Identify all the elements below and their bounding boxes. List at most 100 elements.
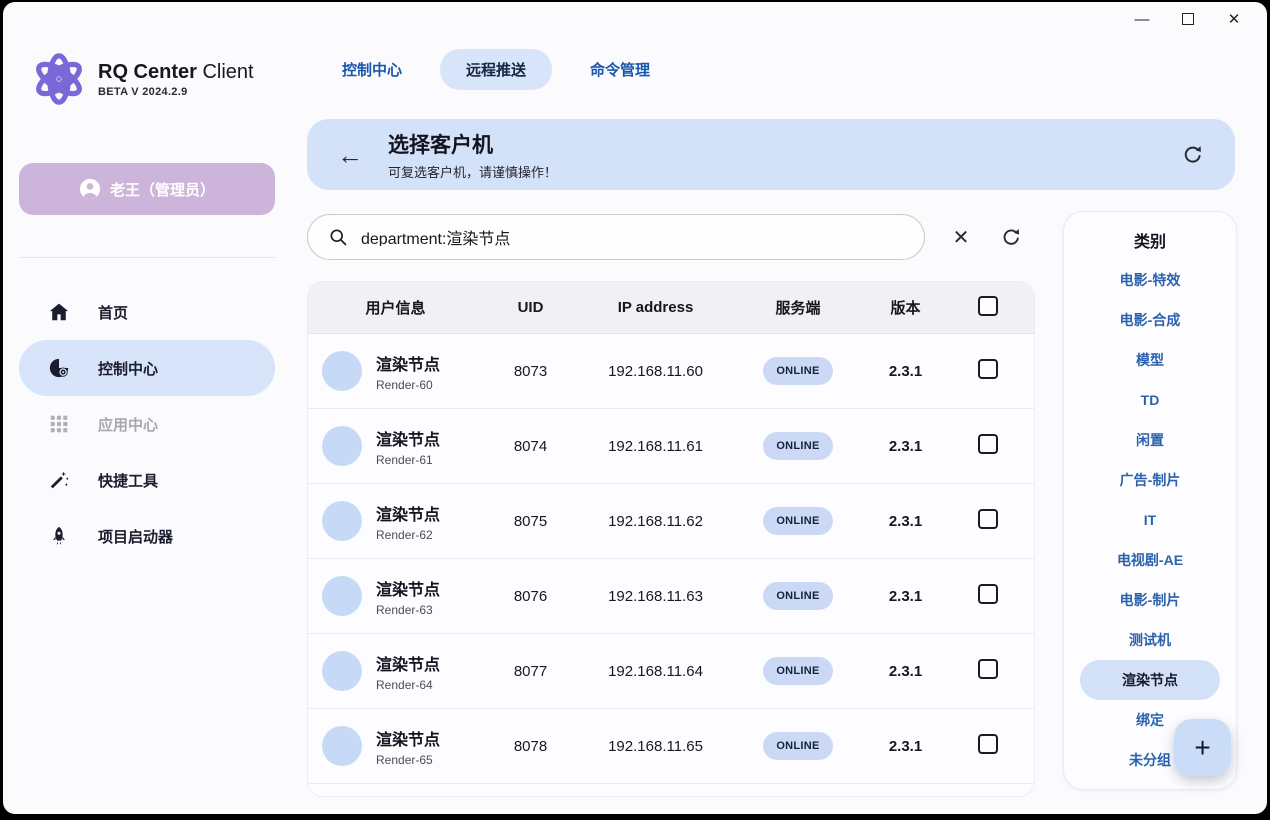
client-avatar [322, 576, 362, 616]
table-row[interactable]: 渲染节点 Render-65 8078 192.168.11.65 ONLINE… [308, 709, 1034, 784]
row-checkbox[interactable] [978, 509, 998, 529]
sidebar-nav: 首页 控制中心 [19, 284, 275, 564]
tab-control-center[interactable]: 控制中心 [316, 49, 428, 90]
plus-icon: + [1194, 732, 1210, 764]
table-header-row: 用户信息 UID IP address 服务端 版本 [308, 282, 1034, 334]
left-sidebar: RQ Center Client BETA V 2024.2.9 老王（管理员）… [3, 36, 293, 814]
client-version: 2.3.1 [863, 363, 948, 380]
category-item[interactable]: 模型 [1080, 340, 1220, 380]
search-refresh-button[interactable] [996, 222, 1026, 252]
select-all-checkbox[interactable] [978, 296, 998, 316]
refresh-icon [1181, 143, 1205, 167]
client-hostname: Render-60 [376, 378, 440, 392]
client-hostname: Render-62 [376, 528, 440, 542]
status-badge: ONLINE [763, 357, 832, 385]
client-name: 渲染节点 [376, 426, 440, 450]
sidebar-item-app-center[interactable]: 应用中心 [19, 396, 275, 452]
client-hostname: Render-64 [376, 678, 440, 692]
sidebar-divider [19, 257, 275, 258]
user-badge[interactable]: 老王（管理员） [19, 163, 275, 215]
magic-wand-icon [47, 468, 71, 492]
table-row[interactable]: 渲染节点 Render-64 8077 192.168.11.64 ONLINE… [308, 634, 1034, 709]
client-uid: 8076 [483, 588, 578, 605]
categories-panel: 类别 电影-特效 电影-合成 模型 TD 闲置 广告-制片 IT 电视剧-AE … [1063, 211, 1237, 790]
app-title: RQ Center Client [98, 61, 254, 84]
category-item[interactable]: 闲置 [1080, 420, 1220, 460]
search-input[interactable] [361, 228, 841, 246]
table-footer-sliver [308, 784, 1034, 796]
row-checkbox[interactable] [978, 434, 998, 454]
table-row[interactable]: 渲染节点 Render-63 8076 192.168.11.63 ONLINE… [308, 559, 1034, 634]
client-uid: 8077 [483, 663, 578, 680]
client-version: 2.3.1 [863, 663, 948, 680]
col-header-version: 版本 [863, 297, 948, 318]
category-item[interactable]: 电影-制片 [1080, 580, 1220, 620]
search-box[interactable] [307, 214, 925, 260]
back-button[interactable]: ← [337, 142, 363, 168]
sidebar-item-label: 首页 [98, 302, 128, 323]
tab-command-management[interactable]: 命令管理 [564, 49, 676, 90]
status-badge: ONLINE [763, 507, 832, 535]
category-item[interactable]: 渲染节点 [1080, 660, 1220, 700]
client-ip: 192.168.11.61 [578, 438, 733, 455]
page-header: ← 选择客户机 可复选客户机，请谨慎操作！ [307, 119, 1235, 190]
page-subtitle: 可复选客户机，请谨慎操作！ [388, 162, 557, 181]
category-item[interactable]: 测试机 [1080, 620, 1220, 660]
client-name: 渲染节点 [376, 351, 440, 375]
home-icon [47, 300, 71, 324]
titlebar: — ✕ [3, 2, 1267, 36]
col-header-uid: UID [483, 299, 578, 316]
tab-remote-push[interactable]: 远程推送 [440, 49, 552, 90]
header-refresh-button[interactable] [1181, 143, 1205, 167]
minimize-icon: — [1135, 11, 1150, 28]
client-table: 用户信息 UID IP address 服务端 版本 渲染节点 Render-6… [307, 281, 1035, 797]
category-item[interactable]: 电视剧-AE [1080, 540, 1220, 580]
user-name-label: 老王（管理员） [110, 179, 215, 200]
apps-grid-icon [47, 412, 71, 436]
app-version: BETA V 2024.2.9 [98, 86, 254, 98]
client-uid: 8075 [483, 513, 578, 530]
client-avatar [322, 501, 362, 541]
sidebar-item-quick-tools[interactable]: 快捷工具 [19, 452, 275, 508]
row-checkbox[interactable] [978, 659, 998, 679]
maximize-button[interactable] [1165, 4, 1211, 34]
col-header-server: 服务端 [733, 297, 863, 318]
client-ip: 192.168.11.64 [578, 663, 733, 680]
minimize-button[interactable]: — [1119, 4, 1165, 34]
client-uid: 8073 [483, 363, 578, 380]
client-name: 渲染节点 [376, 576, 440, 600]
table-row[interactable]: 渲染节点 Render-62 8075 192.168.11.62 ONLINE… [308, 484, 1034, 559]
status-badge: ONLINE [763, 732, 832, 760]
status-badge: ONLINE [763, 432, 832, 460]
category-item[interactable]: 电影-特效 [1080, 260, 1220, 300]
refresh-icon [1000, 226, 1023, 249]
atom-logo-icon [30, 50, 88, 108]
table-row[interactable]: 渲染节点 Render-60 8073 192.168.11.60 ONLINE… [308, 334, 1034, 409]
client-hostname: Render-61 [376, 453, 440, 467]
app-window: — ✕ RQ Center Client BETA V [3, 2, 1267, 814]
row-checkbox[interactable] [978, 734, 998, 754]
client-ip: 192.168.11.63 [578, 588, 733, 605]
category-item[interactable]: 电影-合成 [1080, 300, 1220, 340]
clear-search-button[interactable]: ✕ [946, 222, 976, 252]
page-title: 选择客户机 [388, 129, 557, 159]
sidebar-item-label: 快捷工具 [98, 470, 158, 491]
client-ip: 192.168.11.65 [578, 738, 733, 755]
sidebar-item-project-launcher[interactable]: 项目启动器 [19, 508, 275, 564]
client-version: 2.3.1 [863, 438, 948, 455]
client-version: 2.3.1 [863, 513, 948, 530]
sidebar-item-control-center[interactable]: 控制中心 [19, 340, 275, 396]
table-row[interactable]: 渲染节点 Render-61 8074 192.168.11.61 ONLINE… [308, 409, 1034, 484]
category-item[interactable]: TD [1080, 380, 1220, 420]
category-item[interactable]: 广告-制片 [1080, 460, 1220, 500]
client-name: 渲染节点 [376, 651, 440, 675]
close-button[interactable]: ✕ [1211, 4, 1257, 34]
client-name: 渲染节点 [376, 726, 440, 750]
row-checkbox[interactable] [978, 584, 998, 604]
client-uid: 8074 [483, 438, 578, 455]
add-button[interactable]: + [1174, 719, 1231, 776]
category-item[interactable]: IT [1080, 500, 1220, 540]
rocket-icon [47, 524, 71, 548]
sidebar-item-home[interactable]: 首页 [19, 284, 275, 340]
row-checkbox[interactable] [978, 359, 998, 379]
